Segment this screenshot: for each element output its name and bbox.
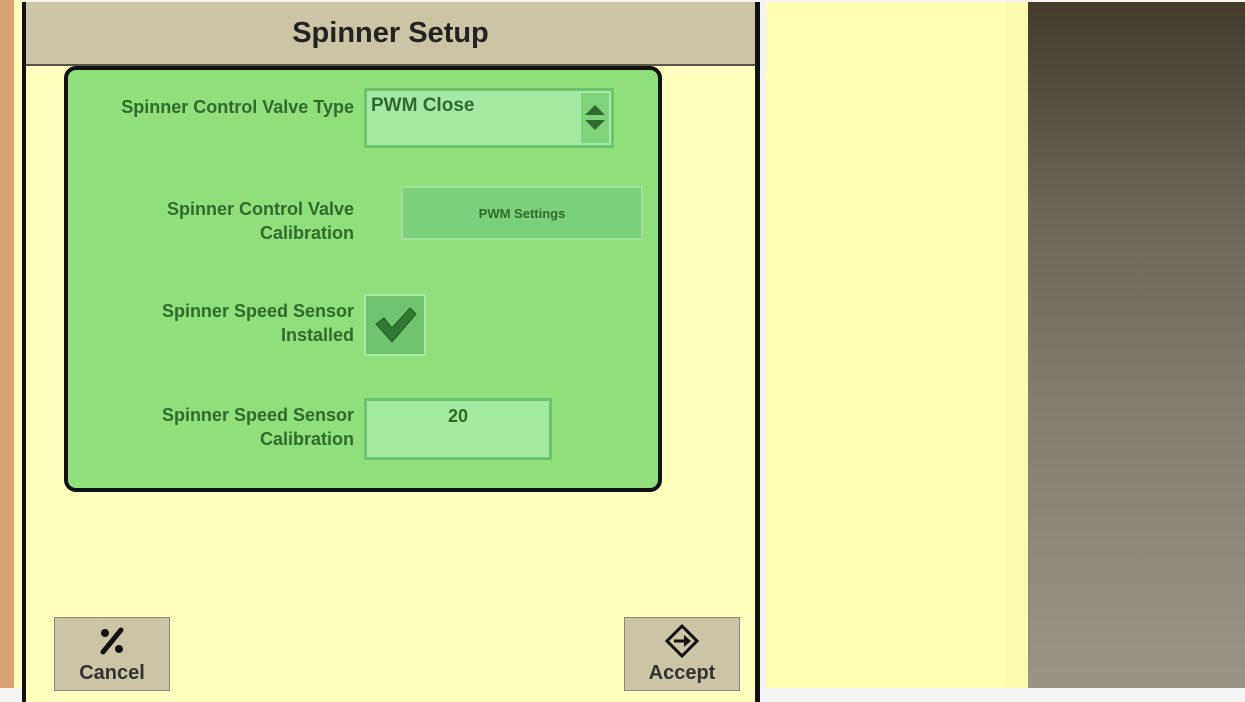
spinner-setup-dialog: Spinner Setup Spinner Control Valve Type… xyxy=(22,2,760,702)
speed-sensor-installed-checkbox[interactable] xyxy=(364,294,426,356)
pwm-settings-button[interactable]: PWM Settings xyxy=(401,186,643,240)
speed-sensor-calibration-label-line1: Spinner Speed Sensor xyxy=(161,405,354,425)
up-down-arrows-icon[interactable] xyxy=(581,93,609,143)
valve-calibration-label-line1: Spinner Control Valve xyxy=(166,199,354,219)
speed-sensor-calibration-label-line2: Calibration xyxy=(259,429,354,449)
speed-sensor-installed-label-line1: Spinner Speed Sensor xyxy=(161,301,354,321)
settings-group-panel: Spinner Control Valve Type PWM Close Spi… xyxy=(64,66,662,492)
left-edge-strip xyxy=(0,0,14,688)
speed-sensor-calibration-label: Spinner Speed Sensor Calibration xyxy=(162,403,354,451)
speed-sensor-installed-label: Spinner Speed Sensor Installed xyxy=(162,299,354,347)
right-blank-pane xyxy=(766,2,1028,688)
accept-button[interactable]: Accept xyxy=(624,617,740,691)
dialog-header: Spinner Setup xyxy=(26,2,755,66)
valve-calibration-label-line2: Calibration xyxy=(259,223,354,243)
valve-type-value: PWM Close xyxy=(371,95,475,116)
right-pane-stripe xyxy=(1006,2,1028,688)
background-photo xyxy=(1028,2,1245,688)
accept-label: Accept xyxy=(648,662,716,684)
checkmark-icon xyxy=(375,307,417,343)
speed-sensor-calibration-input[interactable]: 20 xyxy=(364,398,552,460)
cancel-button[interactable]: Cancel xyxy=(54,617,170,691)
dialog-title: Spinner Setup xyxy=(292,16,489,49)
speed-sensor-installed-label-line2: Installed xyxy=(280,325,354,345)
valve-type-label-text: Spinner Control Valve Type xyxy=(121,97,354,117)
valve-calibration-label: Spinner Control Valve Calibration xyxy=(167,197,354,245)
percent-cancel-icon xyxy=(55,624,169,658)
cancel-label: Cancel xyxy=(79,662,145,684)
valve-type-select[interactable]: PWM Close xyxy=(364,88,614,148)
arrow-diamond-icon xyxy=(625,624,739,658)
valve-type-label: Spinner Control Valve Type xyxy=(121,95,354,119)
